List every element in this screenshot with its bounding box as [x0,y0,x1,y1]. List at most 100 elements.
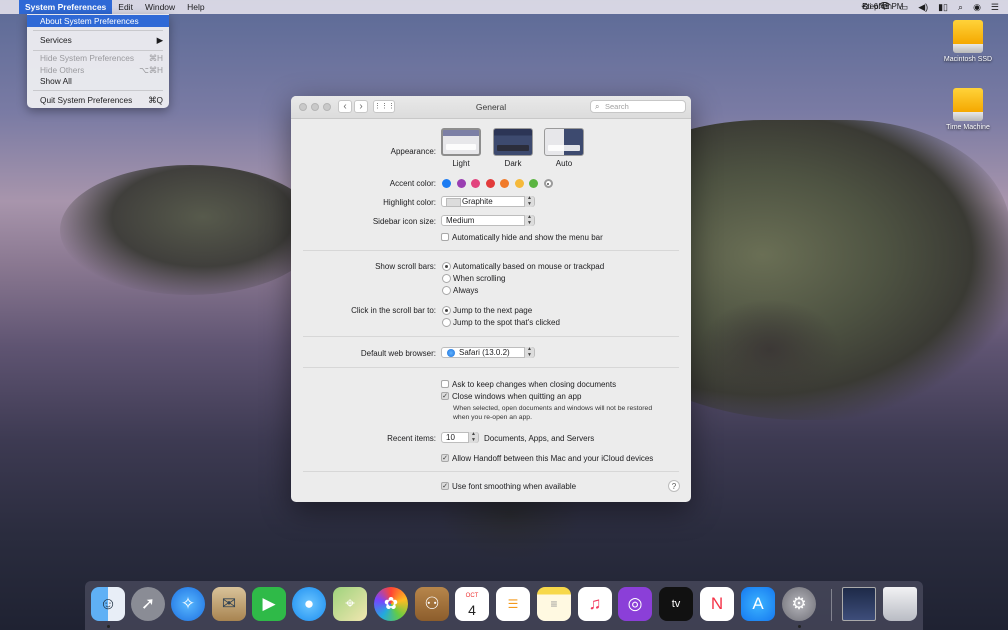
messages-icon[interactable]: ● [292,587,326,621]
close-windows-note-line-2: when you re-open an app. [453,414,532,421]
section-divider [303,471,679,472]
highlight-color-value: Graphite [462,197,493,206]
reminders-icon[interactable]: ☰ [496,587,530,621]
scroll-always-radio[interactable] [442,286,451,295]
downloads-stack-icon[interactable] [842,587,876,621]
close-windows-label: Close windows when quitting an app [452,392,582,401]
menu-item-show-all[interactable]: Show All [27,75,169,87]
section-divider [303,336,679,337]
appearance-auto-thumbnail[interactable] [544,128,584,156]
jump-next-page-label: Jump to the next page [453,306,533,315]
search-field[interactable]: ⌕ Search [590,100,686,113]
highlight-color-popup[interactable]: Graphite ▲ ▼ [441,195,535,207]
appearance-dark-thumbnail[interactable] [493,128,533,156]
podcasts-icon[interactable]: ◎ [618,587,652,621]
close-windows-checkbox[interactable]: ✓ [441,392,449,400]
siri-icon[interactable]: ◉ [968,0,986,14]
popup-arrows-icon: ▲ ▼ [524,214,534,226]
accent-color-swatch[interactable] [500,179,509,188]
accent-color-label: Accent color: [389,179,436,188]
sidebar-icon-size-popup[interactable]: Medium ▲ ▼ [441,214,535,226]
menu-item-services[interactable]: Services ▶ [27,34,169,46]
menu-help[interactable]: Help [181,0,210,14]
accent-color-swatch[interactable] [543,179,553,188]
highlight-color-label: Highlight color: [383,198,436,207]
appearance-label: Appearance: [390,147,436,156]
contacts-icon[interactable]: ⚇ [415,587,449,621]
facetime-icon[interactable]: ▶ [252,587,286,621]
scroll-when-scrolling-radio[interactable] [442,274,451,283]
user-menu[interactable]: Stephen [856,0,898,14]
accent-color-swatch[interactable] [471,179,480,188]
notification-center-icon[interactable]: ☰ [986,0,1004,14]
appearance-light-label: Light [452,159,470,168]
maps-icon[interactable]: ⌖ [333,587,367,621]
hard-drive-icon [953,88,983,122]
music-icon[interactable]: ♫ [578,587,612,621]
font-smoothing-label: Use font smoothing when available [452,482,577,491]
default-browser-popup[interactable]: Safari (13.0.2) ▲ ▼ [441,346,535,358]
window-titlebar[interactable]: ‹ › ⋮⋮⋮ General ⌕ Search [291,96,691,119]
search-icon: ⌕ [595,102,600,111]
general-preferences-window: ‹ › ⋮⋮⋮ General ⌕ Search Appearance: Lig… [291,96,691,502]
battery-icon[interactable]: ▮▯ [933,0,953,14]
calendar-month: OCT [465,593,479,599]
desktop-island-right [700,300,840,400]
launchpad-icon[interactable]: ➚ [131,587,165,621]
menu-system-preferences[interactable]: System Preferences [19,0,113,14]
spotlight-search-icon[interactable]: ⌕ [953,0,968,14]
menu-bar: System Preferences Edit Window Help ⟲ ▭ … [0,0,1008,14]
recent-items-stepper[interactable]: 10 ▲ ▼ [441,431,479,443]
menu-item-quit[interactable]: Quit System Preferences ⌘Q [27,94,169,106]
sidebar-icon-size-value: Medium [446,216,475,225]
desktop-disk-icon[interactable]: Macintosh SSD [938,20,998,63]
calendar-icon[interactable]: OCT 4 [455,587,489,621]
search-placeholder: Search [605,102,629,111]
accent-color-swatch[interactable] [529,179,538,188]
recent-items-suffix: Documents, Apps, and Servers [484,434,595,443]
jump-next-page-radio[interactable] [442,306,451,315]
appearance-auto-label: Auto [555,159,573,168]
volume-icon[interactable]: ◀) [913,0,933,14]
app-menu-dropdown: About System Preferences Services ▶ Hide … [27,14,169,108]
apple-tv-icon[interactable]: tv [659,587,693,621]
menu-edit[interactable]: Edit [112,0,139,14]
desktop-time-machine-icon[interactable]: Time Machine [938,88,998,131]
scroll-auto-radio[interactable] [442,262,451,271]
allow-handoff-label: Allow Handoff between this Mac and your … [452,454,654,463]
app-store-icon[interactable]: A [741,587,775,621]
trash-icon[interactable] [883,587,917,621]
desktop-island-left [60,165,320,295]
accent-color-swatch[interactable] [514,179,524,188]
accent-color-swatch[interactable] [485,179,495,188]
submenu-arrow-icon: ▶ [156,35,163,45]
menu-separator [33,30,163,31]
scroll-when-scrolling-label: When scrolling [453,274,506,283]
news-icon[interactable]: N [700,587,734,621]
auto-hide-menubar-checkbox[interactable] [441,233,449,241]
help-button[interactable]: ? [668,480,680,492]
popup-arrows-icon: ▲ ▼ [524,346,534,358]
menu-item-about[interactable]: About System Preferences [27,15,169,27]
apple-menu-icon[interactable] [0,0,19,14]
popup-arrows-icon: ▲ ▼ [524,195,534,207]
font-smoothing-checkbox[interactable]: ✓ [441,482,449,490]
accent-color-swatch[interactable] [456,179,466,188]
jump-to-spot-radio[interactable] [442,318,451,327]
allow-handoff-checkbox[interactable]: ✓ [441,454,449,462]
finder-icon[interactable]: ☺ [91,587,125,621]
click-scroll-bar-label: Click in the scroll bar to: [351,306,436,315]
scroll-auto-label: Automatically based on mouse or trackpad [453,262,605,271]
photos-icon[interactable]: ✿ [374,587,408,621]
ask-keep-changes-checkbox[interactable] [441,380,449,388]
menu-item-hide: Hide System Preferences ⌘H [40,53,163,63]
section-divider [303,367,679,368]
accent-color-swatch[interactable] [442,179,451,188]
notes-icon[interactable]: ≡ [537,587,571,621]
safari-icon[interactable]: ✧ [171,587,205,621]
appearance-light-thumbnail[interactable] [441,128,481,156]
menu-window[interactable]: Window [139,0,181,14]
recent-items-value: 10 [446,433,455,442]
system-preferences-icon[interactable]: ⚙ [782,587,816,621]
mail-icon[interactable]: ✉ [212,587,246,621]
